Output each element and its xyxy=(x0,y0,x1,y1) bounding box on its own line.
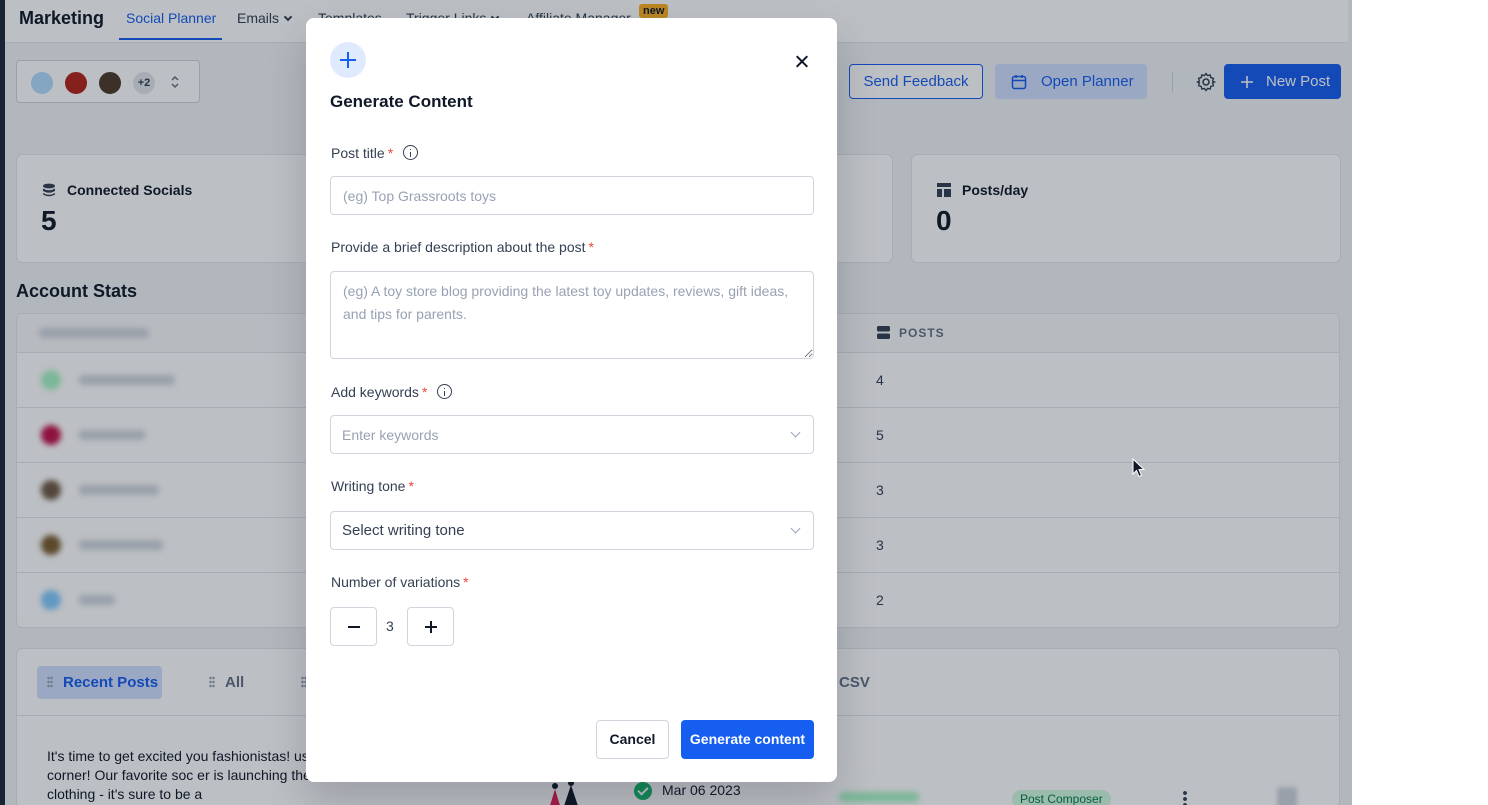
required-asterisk: * xyxy=(588,239,594,255)
writing-tone-label-text: Writing tone xyxy=(331,478,406,494)
required-asterisk: * xyxy=(387,145,394,161)
variations-value: 3 xyxy=(386,618,394,634)
keywords-placeholder: Enter keywords xyxy=(342,427,439,443)
required-asterisk: * xyxy=(463,574,469,590)
post-title-label-text: Post title xyxy=(331,145,385,161)
description-textarea[interactable] xyxy=(330,271,814,359)
post-title-label: Post title * xyxy=(331,143,419,161)
required-asterisk: * xyxy=(421,384,428,400)
chevron-down-icon xyxy=(790,427,801,438)
cancel-button[interactable]: Cancel xyxy=(596,720,669,759)
mouse-cursor-icon xyxy=(1132,458,1146,478)
post-title-input[interactable] xyxy=(330,176,814,215)
keywords-label: Add keywords * xyxy=(331,382,453,400)
variations-label: Number of variations * xyxy=(331,574,469,590)
plus-icon-vertical xyxy=(430,621,432,633)
close-icon[interactable] xyxy=(789,49,815,75)
required-asterisk: * xyxy=(408,478,414,494)
writing-tone-label: Writing tone * xyxy=(331,478,414,494)
decrement-button[interactable] xyxy=(330,607,377,646)
writing-tone-value: Select writing tone xyxy=(342,522,465,539)
variations-label-text: Number of variations xyxy=(331,574,461,590)
modal-title: Generate Content xyxy=(330,92,473,111)
info-icon[interactable] xyxy=(403,145,419,160)
writing-tone-select[interactable]: Select writing tone xyxy=(330,511,814,550)
info-icon[interactable] xyxy=(437,384,453,399)
keywords-select[interactable]: Enter keywords xyxy=(330,415,814,454)
keywords-label-text: Add keywords xyxy=(331,384,419,400)
increment-button[interactable] xyxy=(407,607,454,646)
description-label: Provide a brief description about the po… xyxy=(331,239,594,255)
minus-icon xyxy=(348,626,360,628)
chevron-down-icon xyxy=(790,523,801,534)
plus-circle-icon xyxy=(330,42,366,78)
generate-content-modal: Generate Content Post title* Provide a b… xyxy=(306,18,837,782)
description-label-text: Provide a brief description about the po… xyxy=(331,239,586,255)
generate-content-button[interactable]: Generate content xyxy=(681,720,814,759)
